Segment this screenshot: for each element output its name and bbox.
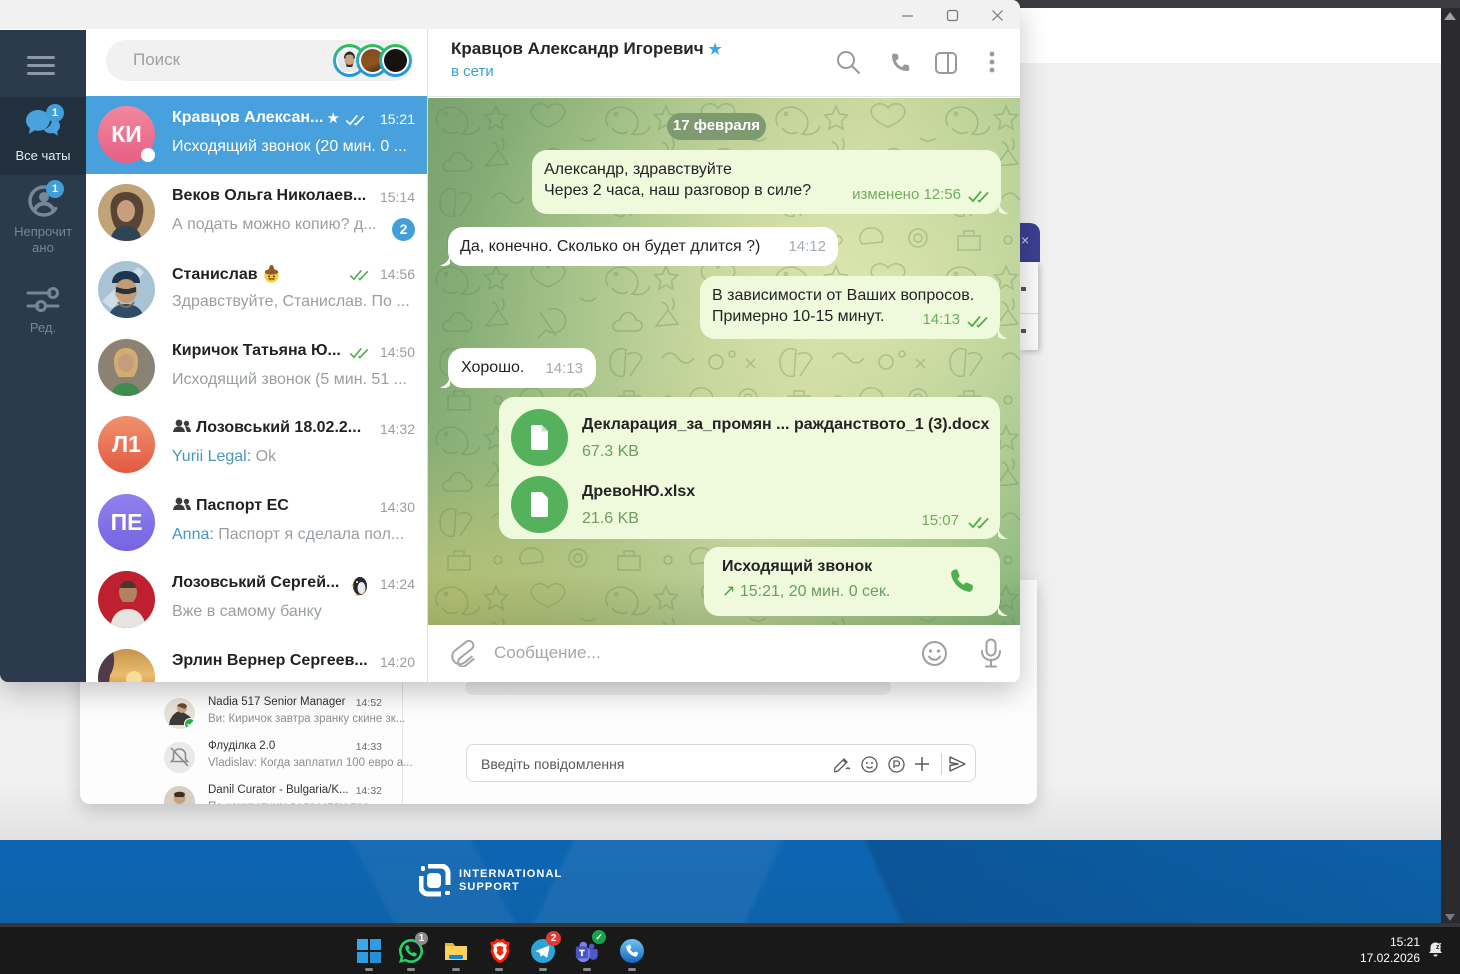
- svg-text:z: z: [1439, 943, 1442, 949]
